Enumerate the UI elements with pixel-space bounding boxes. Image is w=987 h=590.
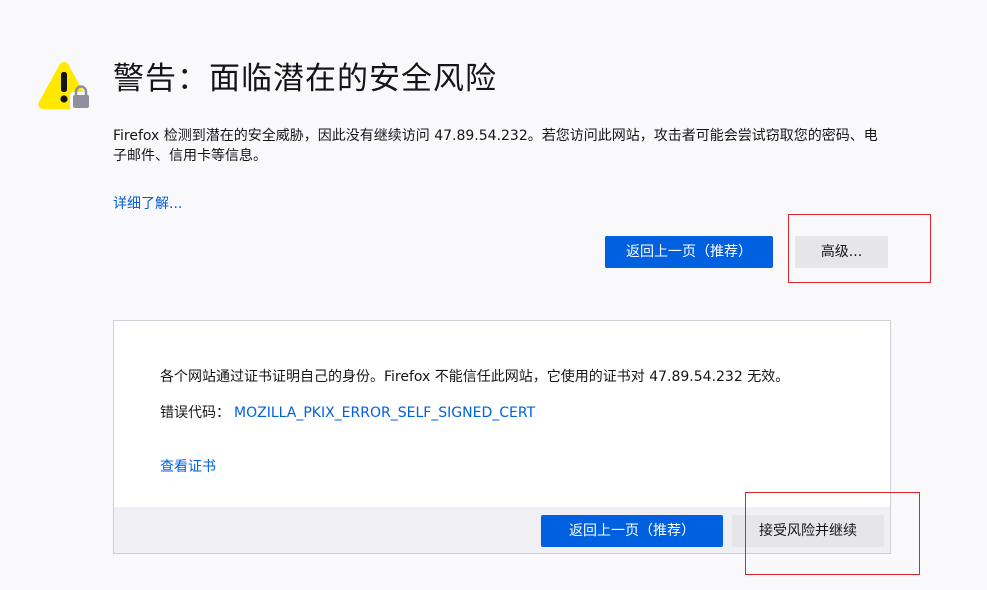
security-warning-page: 警告：面临潜在的安全风险 Firefox 检测到潜在的安全威胁，因此没有继续访问… bbox=[0, 0, 987, 590]
go-back-button[interactable]: 返回上一页（推荐） bbox=[605, 236, 773, 268]
advanced-button[interactable]: 高级... bbox=[795, 236, 888, 268]
warning-lock-icon bbox=[38, 62, 92, 110]
go-back-button-advanced[interactable]: 返回上一页（推荐） bbox=[541, 515, 723, 547]
certificate-explanation: 各个网站通过证书证明自己的身份。Firefox 不能信任此网站，它使用的证书对 … bbox=[160, 369, 790, 385]
advanced-panel: 各个网站通过证书证明自己的身份。Firefox 不能信任此网站，它使用的证书对 … bbox=[113, 320, 891, 554]
view-certificate-link[interactable]: 查看证书 bbox=[160, 457, 216, 477]
accept-risk-button[interactable]: 接受风险并继续 bbox=[732, 515, 884, 547]
warning-description: Firefox 检测到潜在的安全威胁，因此没有继续访问 47.89.54.232… bbox=[113, 128, 878, 164]
advanced-panel-footer: 返回上一页（推荐） 接受风险并继续 bbox=[114, 507, 890, 553]
page-title: 警告：面临潜在的安全风险 bbox=[113, 61, 497, 97]
error-code-line: 错误代码： MOZILLA_PKIX_ERROR_SELF_SIGNED_CERT bbox=[160, 403, 535, 423]
error-code-label: 错误代码： bbox=[160, 405, 230, 421]
error-code-link[interactable]: MOZILLA_PKIX_ERROR_SELF_SIGNED_CERT bbox=[234, 405, 535, 421]
learn-more-link[interactable]: 详细了解... bbox=[113, 194, 182, 214]
